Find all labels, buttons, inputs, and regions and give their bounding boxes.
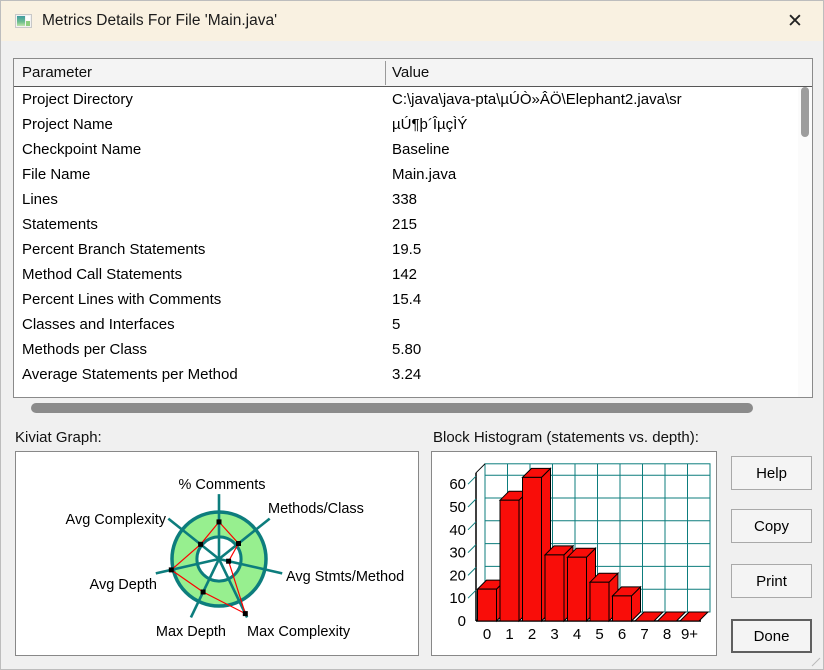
svg-text:7: 7	[640, 626, 648, 643]
parameter-cell: Statements	[22, 212, 382, 237]
close-icon: ✕	[787, 10, 803, 33]
parameter-cell: Method Call Statements	[22, 262, 382, 287]
svg-text:1: 1	[505, 626, 513, 643]
table-row[interactable]: Methods per Class 5.80	[14, 337, 798, 362]
parameter-cell: Project Name	[22, 112, 382, 137]
svg-text:Avg Stmts/Method: Avg Stmts/Method	[286, 569, 404, 585]
value-cell: 338	[392, 187, 796, 212]
svg-text:5: 5	[595, 626, 603, 643]
parameter-cell: Project Directory	[22, 87, 382, 112]
app-icon	[15, 14, 32, 28]
svg-text:60: 60	[449, 476, 466, 493]
vertical-scrollbar-thumb[interactable]	[801, 87, 809, 137]
svg-text:50: 50	[449, 499, 466, 516]
parameter-cell: Percent Branch Statements	[22, 237, 382, 262]
table-header: Parameter Value	[14, 59, 812, 87]
parameter-cell: Checkpoint Name	[22, 137, 382, 162]
kiviat-section-label: Kiviat Graph:	[15, 429, 102, 446]
svg-text:Avg Depth: Avg Depth	[90, 577, 157, 593]
close-button[interactable]: ✕	[775, 1, 815, 41]
svg-text:6: 6	[618, 626, 626, 643]
svg-text:9+: 9+	[681, 626, 698, 643]
svg-text:3: 3	[550, 626, 558, 643]
title-bar: Metrics Details For File 'Main.java' ✕	[1, 1, 824, 41]
table-row[interactable]: Method Call Statements 142	[14, 262, 798, 287]
parameter-cell: Lines	[22, 187, 382, 212]
kiviat-chart: % CommentsMethods/Class Avg Stmts/Method M…	[16, 452, 418, 655]
table-row[interactable]: Statements 215	[14, 212, 798, 237]
horizontal-scrollbar[interactable]	[13, 401, 813, 415]
svg-text:Max Depth: Max Depth	[156, 624, 226, 640]
window-title: Metrics Details For File 'Main.java'	[42, 12, 277, 30]
svg-text:Methods/Class: Methods/Class	[268, 501, 364, 517]
table-row[interactable]: Percent Lines with Comments 15.4	[14, 287, 798, 312]
parameter-cell: File Name	[22, 162, 382, 187]
svg-text:Max Complexity: Max Complexity	[247, 624, 351, 640]
table-row[interactable]: Project Name µÚ¶þ´ÎµçÌÝ	[14, 112, 798, 137]
table-row[interactable]: Checkpoint Name Baseline	[14, 137, 798, 162]
column-header-value[interactable]: Value	[392, 59, 429, 87]
metrics-table: Parameter Value Project Directory C:\java…	[13, 58, 813, 398]
svg-text:8: 8	[663, 626, 671, 643]
table-row[interactable]: Classes and Interfaces 5	[14, 312, 798, 337]
metrics-details-dialog: Metrics Details For File 'Main.java' ✕ P…	[0, 0, 824, 670]
svg-text:4: 4	[573, 626, 581, 643]
value-cell: 5	[392, 312, 796, 337]
svg-text:0: 0	[483, 626, 491, 643]
svg-text:20: 20	[449, 567, 466, 584]
svg-text:10: 10	[449, 590, 466, 607]
value-cell: Baseline	[392, 137, 796, 162]
value-cell: 15.4	[392, 287, 796, 312]
svg-text:% Comments: % Comments	[178, 477, 265, 493]
table-row[interactable]: Project Directory C:\java\java-pta\µÚÒ»ÂÖ…	[14, 87, 798, 112]
kiviat-panel: % CommentsMethods/Class Avg Stmts/Method M…	[15, 451, 419, 656]
print-button[interactable]: Print	[731, 564, 812, 598]
block-histogram-chart: 01020304050600123456789+	[432, 452, 716, 655]
copy-button[interactable]: Copy	[731, 509, 812, 543]
table-row[interactable]: Percent Branch Statements 19.5	[14, 237, 798, 262]
value-cell: 5.80	[392, 337, 796, 362]
vertical-scrollbar[interactable]	[798, 87, 812, 397]
value-cell: Main.java	[392, 162, 796, 187]
value-cell: µÚ¶þ´ÎµçÌÝ	[392, 112, 796, 137]
value-cell: 3.24	[392, 362, 796, 387]
resize-grip[interactable]	[809, 655, 821, 667]
svg-text:2: 2	[528, 626, 536, 643]
parameter-cell: Percent Lines with Comments	[22, 287, 382, 312]
histogram-panel: 01020304050600123456789+	[431, 451, 717, 656]
parameter-cell: Average Statements per Method	[22, 362, 382, 387]
table-row[interactable]: Lines 338	[14, 187, 798, 212]
value-cell: 142	[392, 262, 796, 287]
svg-text:Avg Complexity: Avg Complexity	[66, 512, 167, 528]
table-body: Project Directory C:\java\java-pta\µÚÒ»ÂÖ…	[14, 87, 798, 396]
histogram-section-label: Block Histogram (statements vs. depth):	[433, 429, 699, 446]
value-cell: 215	[392, 212, 796, 237]
svg-text:40: 40	[449, 522, 466, 539]
parameter-cell: Methods per Class	[22, 337, 382, 362]
table-row[interactable]: Average Statements per Method 3.24	[14, 362, 798, 387]
value-cell: 19.5	[392, 237, 796, 262]
svg-text:30: 30	[449, 545, 466, 562]
table-row[interactable]: File Name Main.java	[14, 162, 798, 187]
help-button[interactable]: Help	[731, 456, 812, 490]
svg-text:0: 0	[458, 613, 466, 630]
column-header-parameter[interactable]: Parameter	[22, 59, 92, 87]
parameter-cell: Classes and Interfaces	[22, 312, 382, 337]
column-divider[interactable]	[385, 61, 386, 85]
horizontal-scrollbar-thumb[interactable]	[31, 403, 753, 413]
value-cell: C:\java\java-pta\µÚÒ»ÂÖ\Elephant2.java\s…	[392, 87, 796, 112]
done-button[interactable]: Done	[731, 619, 812, 653]
